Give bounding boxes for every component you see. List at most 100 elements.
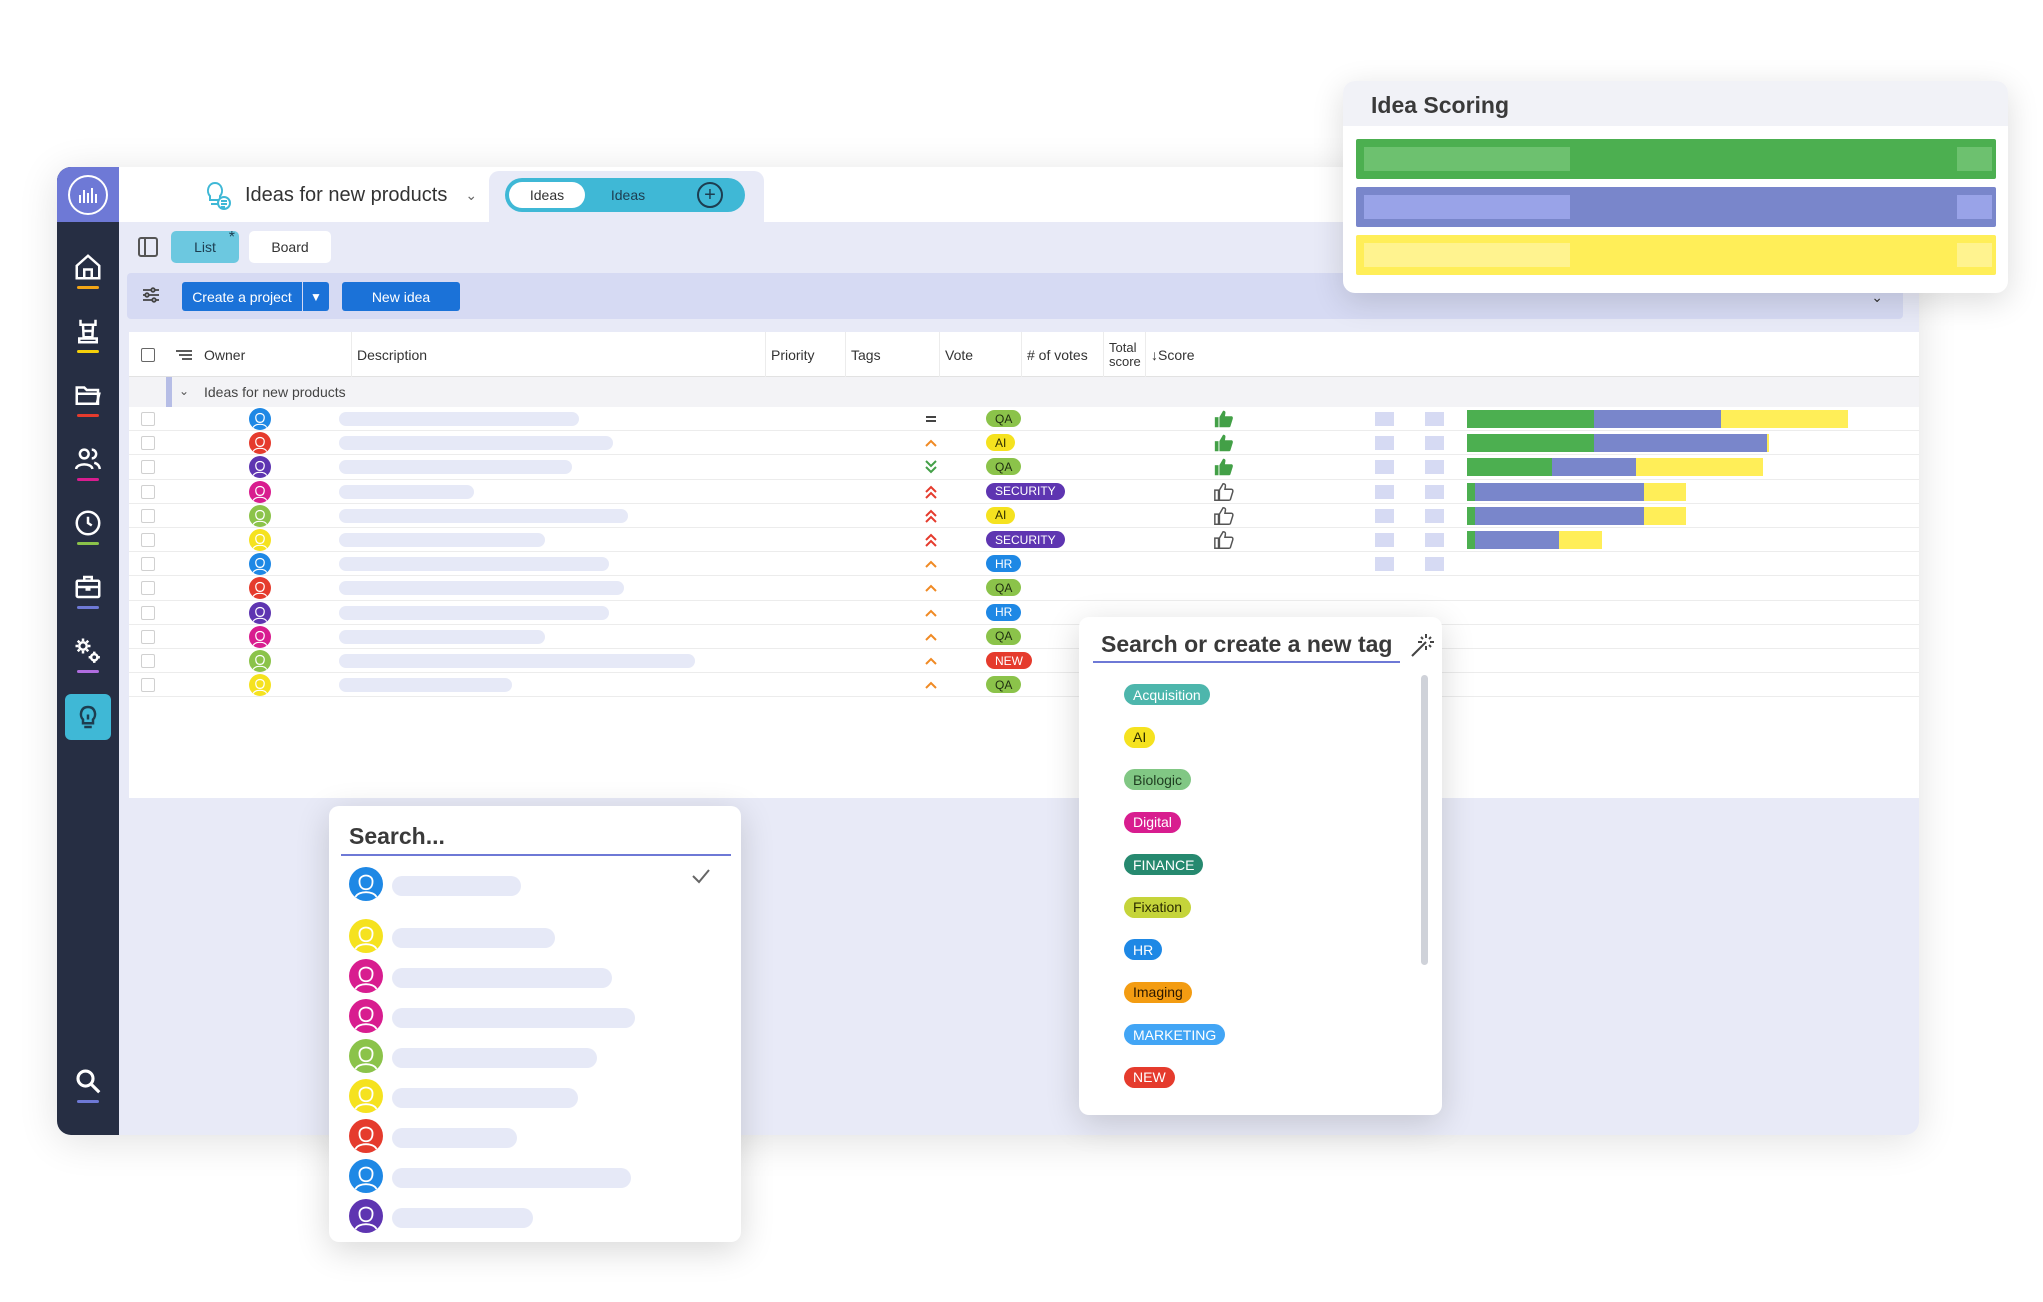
select-all-checkbox[interactable] (141, 348, 155, 362)
thumbs-up-outline-icon[interactable] (1213, 505, 1235, 527)
tab-ideas-2[interactable]: Ideas (593, 182, 663, 208)
col-score[interactable]: ↓ Score (1146, 332, 1546, 377)
table-row[interactable]: HR (129, 601, 1919, 625)
view-list-button[interactable]: List * (171, 229, 239, 263)
scoring-criterion-bar[interactable] (1356, 139, 1996, 179)
tag-search-input[interactable]: Search or create a new tag (1093, 627, 1400, 663)
row-checkbox[interactable] (141, 412, 155, 426)
filter-sliders-icon[interactable] (141, 285, 161, 305)
owner-avatar[interactable] (249, 480, 271, 503)
description-placeholder[interactable] (339, 533, 546, 547)
tag-option[interactable]: AI (1124, 726, 1156, 748)
create-project-dropdown-icon[interactable]: ▼ (303, 282, 329, 311)
description-placeholder[interactable] (339, 581, 624, 596)
col-tags[interactable]: Tags (846, 332, 940, 377)
priority-icon[interactable] (921, 576, 941, 600)
sidebar-item-timesheet[interactable] (65, 503, 111, 549)
row-checkbox[interactable] (141, 605, 155, 620)
sidebar-item-settings[interactable] (65, 631, 111, 677)
owner-search-input[interactable]: Search... (341, 818, 731, 856)
scoring-criterion-bar[interactable] (1356, 187, 1996, 227)
priority-icon[interactable] (921, 504, 941, 528)
tag-option[interactable]: Fixation (1124, 896, 1192, 918)
description-placeholder[interactable] (339, 484, 474, 499)
row-checkbox[interactable] (141, 460, 155, 475)
magic-wand-icon[interactable] (1407, 631, 1437, 661)
tag-option[interactable]: Digital (1124, 811, 1181, 833)
panel-toggle-icon[interactable] (138, 237, 158, 257)
priority-icon[interactable] (921, 431, 941, 455)
tab-ideas-1[interactable]: Ideas (509, 182, 585, 208)
row-checkbox[interactable] (141, 508, 155, 523)
owner-option[interactable] (349, 1076, 729, 1114)
tag-badge[interactable]: QA (986, 458, 1022, 476)
owner-avatar[interactable] (249, 432, 271, 455)
group-row[interactable]: ⌄ Ideas for new products (129, 377, 1919, 407)
owner-option[interactable] (349, 996, 729, 1034)
description-placeholder[interactable] (339, 654, 696, 668)
owner-option[interactable] (349, 1156, 729, 1194)
tag-badge[interactable]: AI (986, 434, 1016, 452)
thumbs-up-filled-icon[interactable] (1213, 432, 1235, 454)
tag-option[interactable]: NEW (1124, 1066, 1175, 1088)
priority-icon[interactable] (921, 673, 941, 697)
tag-badge[interactable]: NEW (986, 652, 1032, 669)
owner-option[interactable] (349, 1036, 729, 1074)
row-checkbox[interactable] (141, 436, 155, 451)
table-row[interactable]: AI (129, 504, 1919, 528)
tag-option[interactable]: Biologic (1124, 769, 1192, 790)
app-logo[interactable] (57, 167, 119, 222)
tag-badge[interactable]: SECURITY (986, 531, 1065, 548)
table-row[interactable]: QA (129, 576, 1919, 601)
row-checkbox[interactable] (141, 581, 155, 596)
owner-option[interactable] (349, 1196, 729, 1234)
row-checkbox[interactable] (141, 484, 155, 499)
tag-badge[interactable]: QA (986, 676, 1022, 694)
col-owner[interactable]: Owner (199, 332, 352, 377)
col-description[interactable]: Description (352, 332, 766, 377)
tag-option[interactable]: MARKETING (1124, 1024, 1226, 1045)
sidebar-item-search[interactable] (65, 1061, 111, 1107)
table-row[interactable]: QA (129, 673, 1919, 698)
group-lines-icon[interactable] (174, 346, 194, 364)
owner-avatar[interactable] (249, 504, 271, 527)
owner-option[interactable] (349, 916, 729, 954)
new-idea-button[interactable]: New idea (342, 282, 460, 311)
row-checkbox[interactable] (141, 654, 155, 668)
owner-avatar[interactable] (249, 650, 271, 672)
row-checkbox[interactable] (141, 678, 155, 693)
sidebar-item-projects[interactable] (65, 375, 111, 421)
scoring-criterion-bar[interactable] (1356, 235, 1996, 275)
owner-avatar[interactable] (249, 553, 271, 576)
priority-icon[interactable] (921, 407, 941, 431)
owner-avatar[interactable] (249, 577, 271, 600)
thumbs-up-filled-icon[interactable] (1213, 408, 1235, 430)
add-tab-icon[interactable]: + (697, 182, 723, 208)
description-placeholder[interactable] (339, 412, 579, 426)
description-placeholder[interactable] (339, 508, 628, 523)
table-row[interactable]: SECURITY (129, 528, 1919, 553)
owner-option[interactable] (349, 1116, 729, 1154)
col-priority[interactable]: Priority (766, 332, 846, 377)
sidebar-item-business[interactable] (65, 567, 111, 613)
description-placeholder[interactable] (339, 436, 613, 451)
tag-option[interactable]: Imaging (1124, 981, 1192, 1003)
table-row[interactable]: HR (129, 552, 1919, 577)
tag-option[interactable]: FINANCE (1124, 854, 1204, 875)
owner-option[interactable] (349, 956, 729, 994)
thumbs-up-filled-icon[interactable] (1213, 456, 1235, 478)
project-selector[interactable]: Ideas for new products ⌄ (201, 180, 477, 210)
create-project-button[interactable]: Create a project (182, 282, 302, 311)
row-checkbox[interactable] (141, 557, 155, 572)
row-checkbox[interactable] (141, 533, 155, 547)
priority-icon[interactable] (921, 601, 941, 625)
tag-badge[interactable]: SECURITY (986, 482, 1065, 500)
tag-badge[interactable]: HR (986, 555, 1022, 573)
tag-badge[interactable]: AI (986, 506, 1016, 524)
description-placeholder[interactable] (339, 605, 609, 620)
priority-icon[interactable] (921, 480, 941, 504)
table-row[interactable]: QA (129, 407, 1919, 432)
tag-option[interactable]: Acquisition (1124, 684, 1210, 705)
view-board-button[interactable]: Board (249, 231, 331, 263)
owner-option[interactable] (349, 864, 729, 902)
